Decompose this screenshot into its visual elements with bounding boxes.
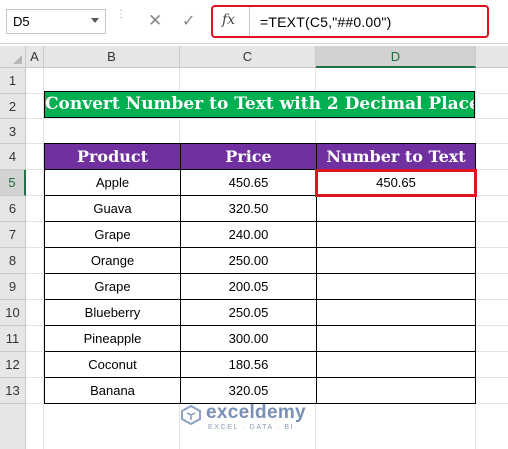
- name-box-value: D5: [13, 14, 30, 29]
- row-header-7[interactable]: 7: [0, 222, 26, 248]
- cell-product[interactable]: Orange: [45, 248, 181, 274]
- row-header-blank: [0, 404, 26, 449]
- selected-cell-highlight: [315, 169, 477, 197]
- gridline: [26, 118, 508, 119]
- row-header-5[interactable]: 5: [0, 170, 26, 196]
- column-header-b[interactable]: B: [44, 46, 180, 68]
- formula-input-highlight: fx =TEXT(C5,"##0.00"): [211, 5, 489, 38]
- exceldemy-watermark: exceldemy EXCEL · DATA · BI: [180, 402, 340, 436]
- drag-handle-icon[interactable]: ⋮: [116, 10, 126, 30]
- watermark-tagline: EXCEL · DATA · BI: [208, 424, 295, 431]
- header-price[interactable]: Price: [181, 144, 317, 170]
- select-all-triangle-icon: [13, 55, 22, 64]
- row-header-13[interactable]: 13: [0, 378, 26, 404]
- cancel-button[interactable]: ✕: [148, 11, 164, 31]
- cell-product[interactable]: Coconut: [45, 352, 181, 378]
- cell-number-to-text[interactable]: [317, 326, 476, 352]
- header-product[interactable]: Product: [45, 144, 181, 170]
- exceldemy-logo-icon: [181, 404, 201, 426]
- row-header-1[interactable]: 1: [0, 68, 26, 94]
- row-header-6[interactable]: 6: [0, 196, 26, 222]
- insert-function-icon[interactable]: fx: [222, 12, 235, 28]
- header-number-to-text[interactable]: Number to Text: [317, 144, 476, 170]
- cell-number-to-text[interactable]: [317, 352, 476, 378]
- chevron-down-icon[interactable]: [91, 18, 99, 23]
- column-header-c[interactable]: C: [180, 46, 316, 68]
- cell-number-to-text[interactable]: [317, 248, 476, 274]
- cell-price[interactable]: 250.00: [181, 248, 317, 274]
- select-all-button[interactable]: [0, 46, 26, 68]
- formula-input[interactable]: =TEXT(C5,"##0.00"): [260, 14, 391, 30]
- cell-number-to-text[interactable]: [317, 300, 476, 326]
- row-header-11[interactable]: 11: [0, 326, 26, 352]
- row-header-3[interactable]: 3: [0, 119, 26, 144]
- cell-number-to-text[interactable]: [317, 196, 476, 222]
- formula-bar: D5 ⋮ ✕ ✓ fx =TEXT(C5,"##0.00"): [0, 0, 508, 44]
- cell-number-to-text[interactable]: [317, 378, 476, 404]
- sheet-title[interactable]: Convert Number to Text with 2 Decimal Pl…: [44, 91, 475, 118]
- cell-price[interactable]: 240.00: [181, 222, 317, 248]
- divider: [249, 7, 250, 36]
- cell-price[interactable]: 180.56: [181, 352, 317, 378]
- row-header-12[interactable]: 12: [0, 352, 26, 378]
- cell-product[interactable]: Guava: [45, 196, 181, 222]
- cell-product[interactable]: Grape: [45, 274, 181, 300]
- cell-price[interactable]: 320.50: [181, 196, 317, 222]
- cell-product[interactable]: Grape: [45, 222, 181, 248]
- cell-price[interactable]: 320.05: [181, 378, 317, 404]
- name-box[interactable]: D5: [6, 9, 106, 34]
- row-header-8[interactable]: 8: [0, 248, 26, 274]
- cell-price[interactable]: 200.05: [181, 274, 317, 300]
- column-header-d[interactable]: D: [316, 46, 476, 68]
- cell-product[interactable]: Pineapple: [45, 326, 181, 352]
- row-header-4[interactable]: 4: [0, 144, 26, 170]
- cell-price[interactable]: 250.05: [181, 300, 317, 326]
- cell-product[interactable]: Banana: [45, 378, 181, 404]
- watermark-name: exceldemy: [206, 402, 306, 423]
- row-header-10[interactable]: 10: [0, 300, 26, 326]
- cell-price[interactable]: 450.65: [181, 170, 317, 196]
- row-header-9[interactable]: 9: [0, 274, 26, 300]
- cell-price[interactable]: 300.00: [181, 326, 317, 352]
- column-header-blank: [476, 46, 508, 68]
- row-header-2[interactable]: 2: [0, 94, 26, 119]
- cell-number-to-text[interactable]: [317, 274, 476, 300]
- cell-number-to-text[interactable]: [317, 222, 476, 248]
- column-header-a[interactable]: A: [26, 46, 44, 68]
- cell-product[interactable]: Blueberry: [45, 300, 181, 326]
- cell-product[interactable]: Apple: [45, 170, 181, 196]
- enter-button[interactable]: ✓: [182, 11, 198, 31]
